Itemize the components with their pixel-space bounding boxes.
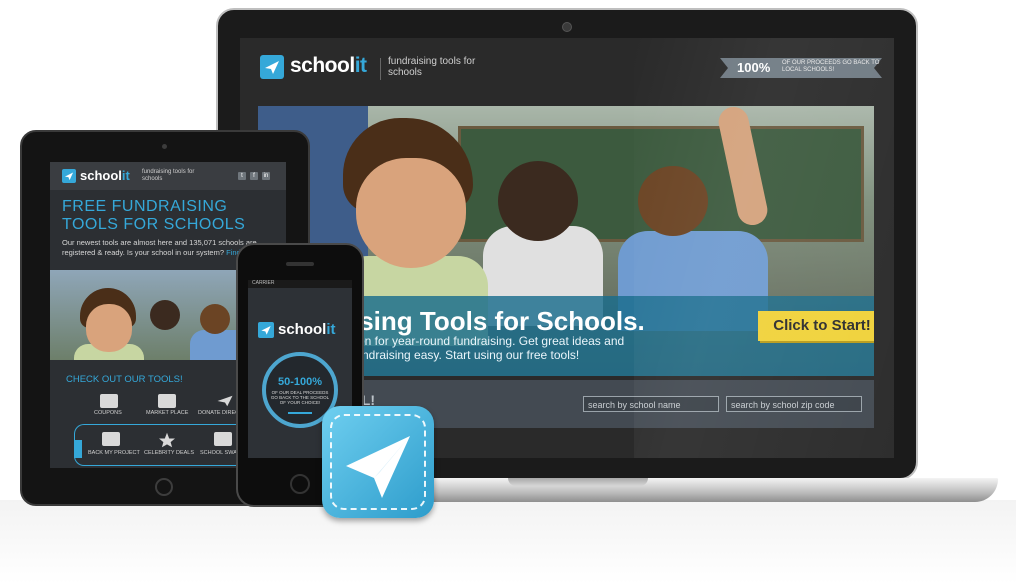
- project-icon[interactable]: [102, 432, 120, 446]
- tool-label[interactable]: MARKET PLACE: [146, 410, 188, 416]
- proceeds-note: of our deal proceeds go back to the scho…: [270, 390, 330, 405]
- percent-underline: [288, 412, 312, 414]
- hero-photo-boy-face: [86, 304, 132, 352]
- paper-plane-icon: [260, 55, 284, 79]
- linkedin-icon[interactable]: in: [262, 172, 270, 180]
- app-icon-stitch: [330, 414, 426, 510]
- tablet-description: registered & ready. Is your school in ou…: [62, 248, 241, 257]
- paper-plane-icon: [258, 322, 274, 338]
- tool-label[interactable]: CELEBRITY DEALS: [144, 450, 194, 456]
- tool-label[interactable]: SCHOOL SWAG: [200, 450, 241, 456]
- tablet-description-text: registered & ready. Is your school in ou…: [62, 248, 225, 257]
- brand-logo[interactable]: schoolit: [290, 54, 367, 78]
- tablet-description: Our newest tools are almost here and 135…: [62, 238, 257, 247]
- divider: [380, 58, 381, 80]
- proceeds-percent: 50-100%: [277, 376, 323, 388]
- hero-photo-student-head: [150, 300, 180, 330]
- market-place-icon[interactable]: [158, 394, 176, 408]
- brand-accent: it: [326, 321, 336, 338]
- tools-heading: CHECK OUT OUR TOOLS!: [66, 374, 183, 385]
- facebook-icon[interactable]: f: [250, 172, 258, 180]
- paper-plane-icon[interactable]: [216, 394, 234, 408]
- tablet-title: FREE FUNDRAISING: [62, 198, 228, 215]
- click-to-start-button[interactable]: Click to Start!: [758, 311, 874, 341]
- t-shirt-icon[interactable]: [214, 432, 232, 446]
- brand-name: school: [80, 168, 122, 183]
- floor-reflection: [0, 500, 1016, 584]
- tablet-title: TOOLS FOR SCHOOLS: [62, 216, 246, 233]
- star-icon[interactable]: [158, 432, 176, 448]
- hero-photo-boy-face: [356, 158, 466, 268]
- hero-subtitle-line: tion for year-round fundraising. Get gre…: [352, 334, 625, 348]
- school-name-search-input[interactable]: search by school name: [583, 396, 719, 412]
- brand-logo[interactable]: schoolit: [80, 168, 130, 183]
- webcam-icon: [562, 22, 572, 32]
- ribbon-text: of our proceeds go back to local schools…: [782, 60, 880, 73]
- speaker-icon: [286, 262, 314, 266]
- carrier-label: CARRIER: [252, 280, 275, 286]
- brand-accent: it: [354, 54, 367, 77]
- hero-title: ising Tools for Schools.: [352, 306, 645, 336]
- tool-label[interactable]: BACK MY PROJECT: [88, 450, 140, 456]
- brand-name: school: [278, 321, 327, 338]
- brand-tagline: fundraising tools for schools: [142, 169, 195, 182]
- hero-subtitle-line: fundraising easy. Start using our free t…: [352, 348, 580, 362]
- hero-photo-student-head: [498, 161, 578, 241]
- brand-name: school: [290, 54, 355, 77]
- paper-plane-icon: [62, 169, 76, 183]
- hero-photo-student-head: [638, 166, 708, 236]
- twitter-icon[interactable]: t: [238, 172, 246, 180]
- brand-logo[interactable]: schoolit: [278, 321, 336, 338]
- ribbon-percent: 100%: [737, 60, 771, 75]
- home-button-icon[interactable]: [155, 478, 173, 496]
- hero-photo-student-head: [200, 304, 230, 334]
- tool-label[interactable]: COUPONS: [94, 410, 122, 416]
- new-tab-marker: [74, 440, 82, 458]
- brand-accent: it: [121, 168, 130, 183]
- school-zip-search-input[interactable]: search by school zip code: [726, 396, 862, 412]
- home-button-icon[interactable]: [290, 474, 310, 494]
- brand-tagline: fundraising tools for schools: [388, 56, 476, 78]
- coupon-icon[interactable]: [100, 394, 118, 408]
- laptop-notch: [508, 478, 648, 486]
- camera-icon: [162, 144, 167, 149]
